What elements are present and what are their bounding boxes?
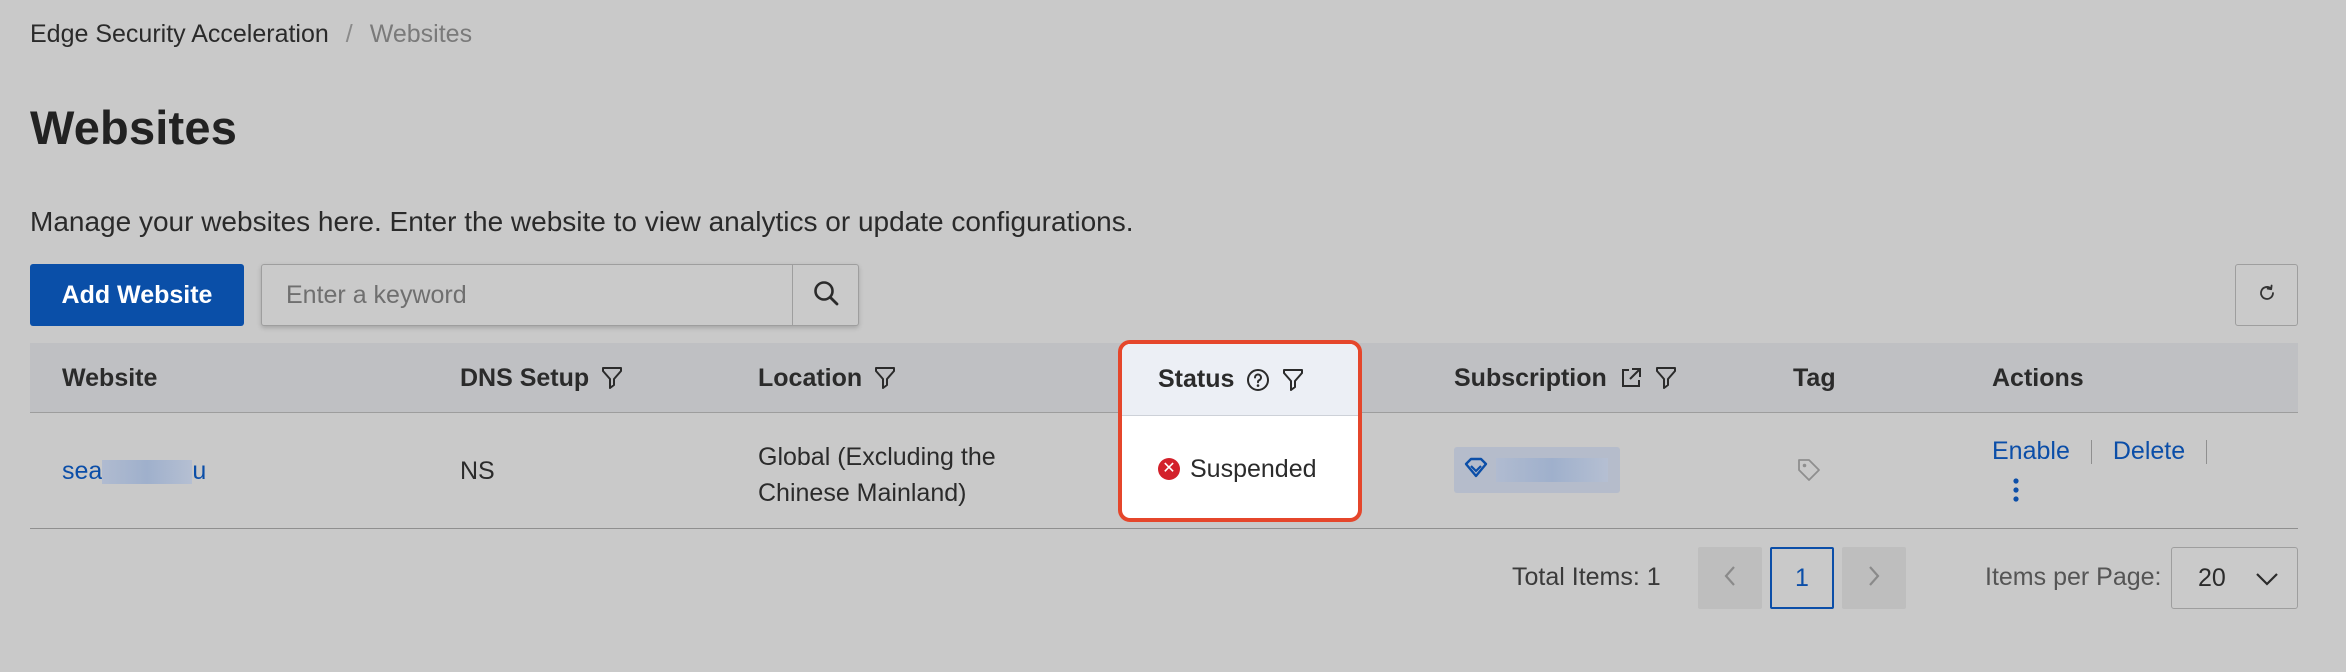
- breadcrumb: Edge Security Acceleration / Websites: [30, 20, 472, 49]
- column-subscription: Subscription: [1454, 343, 1677, 413]
- add-website-button[interactable]: Add Website: [30, 264, 244, 326]
- status-text: Suspended: [1190, 454, 1317, 483]
- page-title: Websites: [30, 101, 238, 154]
- diamond-icon: [1462, 455, 1490, 486]
- redacted-block: [102, 459, 193, 484]
- column-location-label: Location: [758, 363, 863, 392]
- total-items: Total Items: 1: [1512, 563, 1661, 591]
- filter-icon[interactable]: [874, 365, 896, 391]
- page-description: Manage your websites here. Enter the web…: [30, 206, 1134, 237]
- breadcrumb-separator: /: [345, 20, 353, 48]
- page-number-current[interactable]: 1: [1770, 547, 1834, 609]
- items-per-page-select[interactable]: 20: [2171, 547, 2298, 609]
- subscription-chip[interactable]: [1454, 447, 1620, 493]
- location-cell: Global (Excluding the Chinese Mainland): [758, 439, 996, 511]
- refresh-button[interactable]: [2235, 264, 2298, 326]
- previous-page-button[interactable]: [1698, 547, 1762, 609]
- search-icon: [812, 279, 840, 312]
- tag-cell[interactable]: [1796, 457, 1822, 490]
- breadcrumb-root[interactable]: Edge Security Acceleration: [30, 20, 329, 49]
- filter-icon[interactable]: [1655, 365, 1677, 391]
- column-status: Status: [1122, 344, 1358, 416]
- column-subscription-label: Subscription: [1454, 363, 1607, 392]
- delete-link[interactable]: Delete: [2113, 437, 2185, 466]
- items-per-page-value: 20: [2198, 563, 2226, 592]
- column-actions-label: Actions: [1992, 363, 2084, 392]
- column-tag-label: Tag: [1793, 363, 1836, 392]
- refresh-icon: [2257, 283, 2277, 308]
- chevron-down-icon: [2255, 564, 2279, 593]
- website-cell[interactable]: sea u: [62, 457, 206, 486]
- next-page-button[interactable]: [1842, 547, 1906, 609]
- help-icon[interactable]: [1246, 368, 1270, 392]
- location-line-2: Chinese Mainland): [758, 479, 967, 507]
- breadcrumb-current: Websites: [369, 20, 473, 48]
- action-separator: [2206, 439, 2208, 464]
- more-actions-icon[interactable]: [2012, 477, 2020, 503]
- search-box: [261, 264, 859, 326]
- website-link-prefix[interactable]: sea: [62, 457, 102, 486]
- chevron-left-icon: [1723, 564, 1737, 593]
- items-per-page-label: Items per Page:: [1985, 563, 2162, 591]
- column-dns-setup: DNS Setup: [460, 343, 623, 413]
- dns-cell: NS: [460, 457, 495, 485]
- error-icon: ✕: [1158, 458, 1180, 480]
- status-cell: ✕ Suspended: [1122, 416, 1358, 518]
- status-highlight: Status ✕ Suspended: [1118, 340, 1362, 522]
- enable-link[interactable]: Enable: [1992, 437, 2070, 466]
- search-input[interactable]: [262, 265, 792, 325]
- page: Edge Security Acceleration / Websites We…: [0, 0, 2346, 672]
- location-line-1: Global (Excluding the: [758, 443, 996, 471]
- filter-icon[interactable]: [601, 365, 623, 391]
- column-dns-label: DNS Setup: [460, 363, 590, 392]
- external-link-icon[interactable]: [1619, 366, 1643, 390]
- actions-cell: Enable Delete: [1992, 437, 2228, 466]
- search-button[interactable]: [792, 265, 858, 325]
- action-separator: [2090, 439, 2092, 464]
- column-location: Location: [758, 343, 896, 413]
- chevron-right-icon: [1867, 564, 1881, 593]
- column-website-label: Website: [62, 363, 158, 392]
- column-actions: Actions: [1992, 343, 2084, 413]
- tag-icon[interactable]: [1796, 457, 1822, 490]
- website-link-suffix[interactable]: u: [192, 457, 206, 486]
- subscription-cell[interactable]: [1454, 447, 1620, 493]
- column-status-label: Status: [1158, 365, 1235, 393]
- filter-icon[interactable]: [1282, 367, 1304, 393]
- redacted-block: [1496, 458, 1608, 482]
- column-tag: Tag: [1793, 343, 1836, 413]
- column-website: Website: [62, 343, 157, 413]
